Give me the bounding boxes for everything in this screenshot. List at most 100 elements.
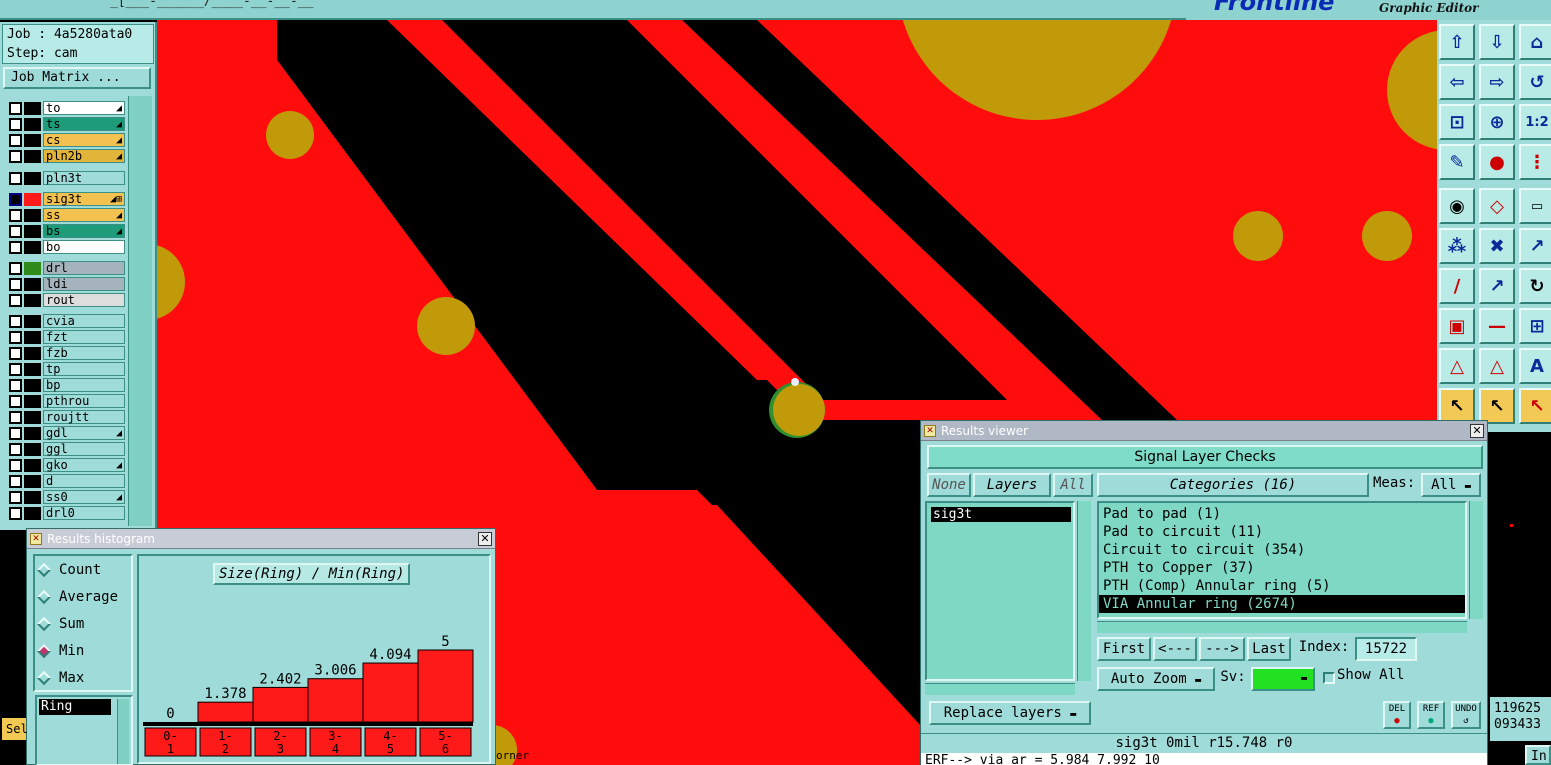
route-button[interactable]: ↗ — [1519, 228, 1551, 264]
layer-checkbox[interactable] — [9, 490, 22, 504]
arrow-line-button[interactable]: ↗ — [1479, 268, 1515, 304]
layer-color-swatch[interactable] — [24, 458, 41, 472]
layer-row-ts[interactable]: ts ◢ — [5, 116, 125, 132]
layer-name[interactable]: pln3t — [43, 171, 125, 185]
layer-checkbox[interactable] — [9, 117, 22, 131]
all-layers-button[interactable]: All — [1053, 473, 1093, 497]
layer-checkbox[interactable] — [9, 192, 22, 206]
layer-color-swatch[interactable] — [24, 133, 41, 147]
ruler-button[interactable]: ▭ — [1519, 188, 1551, 224]
layer-color-swatch[interactable] — [24, 442, 41, 456]
category-item[interactable]: Circuit to circuit (354) — [1099, 541, 1465, 559]
select-button[interactable]: ↖ — [1439, 388, 1475, 424]
layer-name[interactable]: gdl ◢ — [43, 426, 125, 440]
text-button[interactable]: A — [1519, 348, 1551, 384]
layer-name[interactable]: drl — [43, 261, 125, 275]
layer-color-swatch[interactable] — [24, 346, 41, 360]
categories-hscroll[interactable] — [1097, 621, 1467, 633]
line-button[interactable]: ∕ — [1439, 268, 1475, 304]
layer-name[interactable]: fzb — [43, 346, 125, 360]
radio-diamond-icon[interactable] — [36, 643, 52, 658]
polygon-button[interactable]: ◇ — [1479, 188, 1515, 224]
layer-name[interactable]: pthrou — [43, 394, 125, 408]
layer-row-bp[interactable]: bp — [5, 377, 125, 393]
category-item[interactable]: PTH to Copper (37) — [1099, 559, 1465, 577]
next-button[interactable]: ---> — [1199, 637, 1245, 661]
layer-color-swatch[interactable] — [24, 101, 41, 115]
layer-scrollbar[interactable] — [128, 96, 152, 526]
layer-color-swatch[interactable] — [24, 378, 41, 392]
category-item[interactable]: Pad to circuit (11) — [1099, 523, 1465, 541]
layer-row-cvia[interactable]: cvia — [5, 313, 125, 329]
select-alt-button[interactable]: ↖ — [1479, 388, 1515, 424]
mode-radio-average[interactable]: Average — [35, 583, 131, 610]
layer-row-roujtt[interactable]: roujtt — [5, 409, 125, 425]
layer-row-gdl[interactable]: gdl ◢ — [5, 425, 125, 441]
layer-color-swatch[interactable] — [24, 224, 41, 238]
layer-name[interactable]: sig3t ◢⊞ — [43, 192, 125, 206]
layer-name[interactable]: d — [43, 474, 125, 488]
layer-row-fzt[interactable]: fzt — [5, 329, 125, 345]
layer-checkbox[interactable] — [9, 149, 22, 163]
layer-row-ggl[interactable]: ggl — [5, 441, 125, 457]
histogram-bar[interactable] — [307, 678, 364, 723]
layer-row-drl[interactable]: drl — [5, 260, 125, 276]
layer-checkbox[interactable] — [9, 314, 22, 328]
ref-button[interactable]: REF ● — [1417, 701, 1445, 729]
layer-row-bs[interactable]: bs ◢ — [5, 223, 125, 239]
layer-checkbox[interactable] — [9, 346, 22, 360]
layer-name[interactable]: ldi — [43, 277, 125, 291]
layer-color-swatch[interactable] — [24, 362, 41, 376]
layer-color-swatch[interactable] — [24, 293, 41, 307]
category-item[interactable]: PTH (Comp) Annular ring (5) — [1099, 577, 1465, 595]
layer-name[interactable]: fzt — [43, 330, 125, 344]
layer-checkbox[interactable] — [9, 133, 22, 147]
layers-button[interactable]: Layers — [973, 473, 1051, 497]
layer-row-ss[interactable]: ss ◢ — [5, 207, 125, 223]
layer-name[interactable]: ts ◢ — [43, 117, 125, 131]
meas-select[interactable]: All ▬ — [1421, 473, 1481, 497]
layer-name[interactable]: cvia — [43, 314, 125, 328]
layer-checkbox[interactable] — [9, 208, 22, 222]
show-all-checkbox[interactable] — [1323, 672, 1335, 684]
layer-row-d[interactable]: d — [5, 473, 125, 489]
layer-name[interactable]: tp — [43, 362, 125, 376]
auto-zoom-select[interactable]: Auto Zoom ▬ — [1097, 667, 1215, 691]
layer-checkbox[interactable] — [9, 394, 22, 408]
mode-radio-min[interactable]: Min — [35, 637, 131, 664]
layer-checkbox[interactable] — [9, 362, 22, 376]
home-button[interactable]: ⌂ — [1519, 24, 1551, 60]
layers-list[interactable]: sig3t — [925, 501, 1075, 681]
layer-checkbox[interactable] — [9, 293, 22, 307]
layer-checkbox[interactable] — [9, 474, 22, 488]
layer-name[interactable]: cs ◢ — [43, 133, 125, 147]
first-button[interactable]: First — [1097, 637, 1151, 661]
sv-select[interactable]: ▬ — [1251, 667, 1315, 691]
layer-color-swatch[interactable] — [24, 171, 41, 185]
command-line[interactable]: ERF--> via_ar = 5.984 7.992 10 — [921, 753, 1487, 765]
layer-name[interactable]: bp — [43, 378, 125, 392]
layer-row-ldi[interactable]: ldi — [5, 276, 125, 292]
layer-checkbox[interactable] — [9, 101, 22, 115]
pan-right-button[interactable]: ⇨ — [1479, 64, 1515, 100]
mode-radio-sum[interactable]: Sum — [35, 610, 131, 637]
layer-name[interactable]: ss ◢ — [43, 208, 125, 222]
select-tab[interactable]: Sel — [2, 718, 28, 740]
layer-color-swatch[interactable] — [24, 426, 41, 440]
layer-color-swatch[interactable] — [24, 261, 41, 275]
categories-list[interactable]: Pad to pad (1) Pad to circuit (11) Circuit… — [1097, 501, 1467, 619]
categories-vscroll[interactable] — [1469, 501, 1483, 619]
layer-name[interactable]: drl0 — [43, 506, 125, 520]
pad-button[interactable]: ▣ — [1439, 308, 1475, 344]
layer-row-rout[interactable]: rout — [5, 292, 125, 308]
layer-checkbox[interactable] — [9, 442, 22, 456]
layer-row-fzb[interactable]: fzb — [5, 345, 125, 361]
select-net-button[interactable]: ↖ — [1519, 388, 1551, 424]
layer-checkbox[interactable] — [9, 410, 22, 424]
field-scrollbar[interactable] — [117, 699, 129, 764]
layer-checkbox[interactable] — [9, 378, 22, 392]
layer-color-swatch[interactable] — [24, 506, 41, 520]
zoom-back-button[interactable]: ↺ — [1519, 64, 1551, 100]
histogram-titlebar[interactable]: ✕ Results histogram ✕ — [27, 529, 495, 549]
connect-button[interactable]: ⁂ — [1439, 228, 1475, 264]
